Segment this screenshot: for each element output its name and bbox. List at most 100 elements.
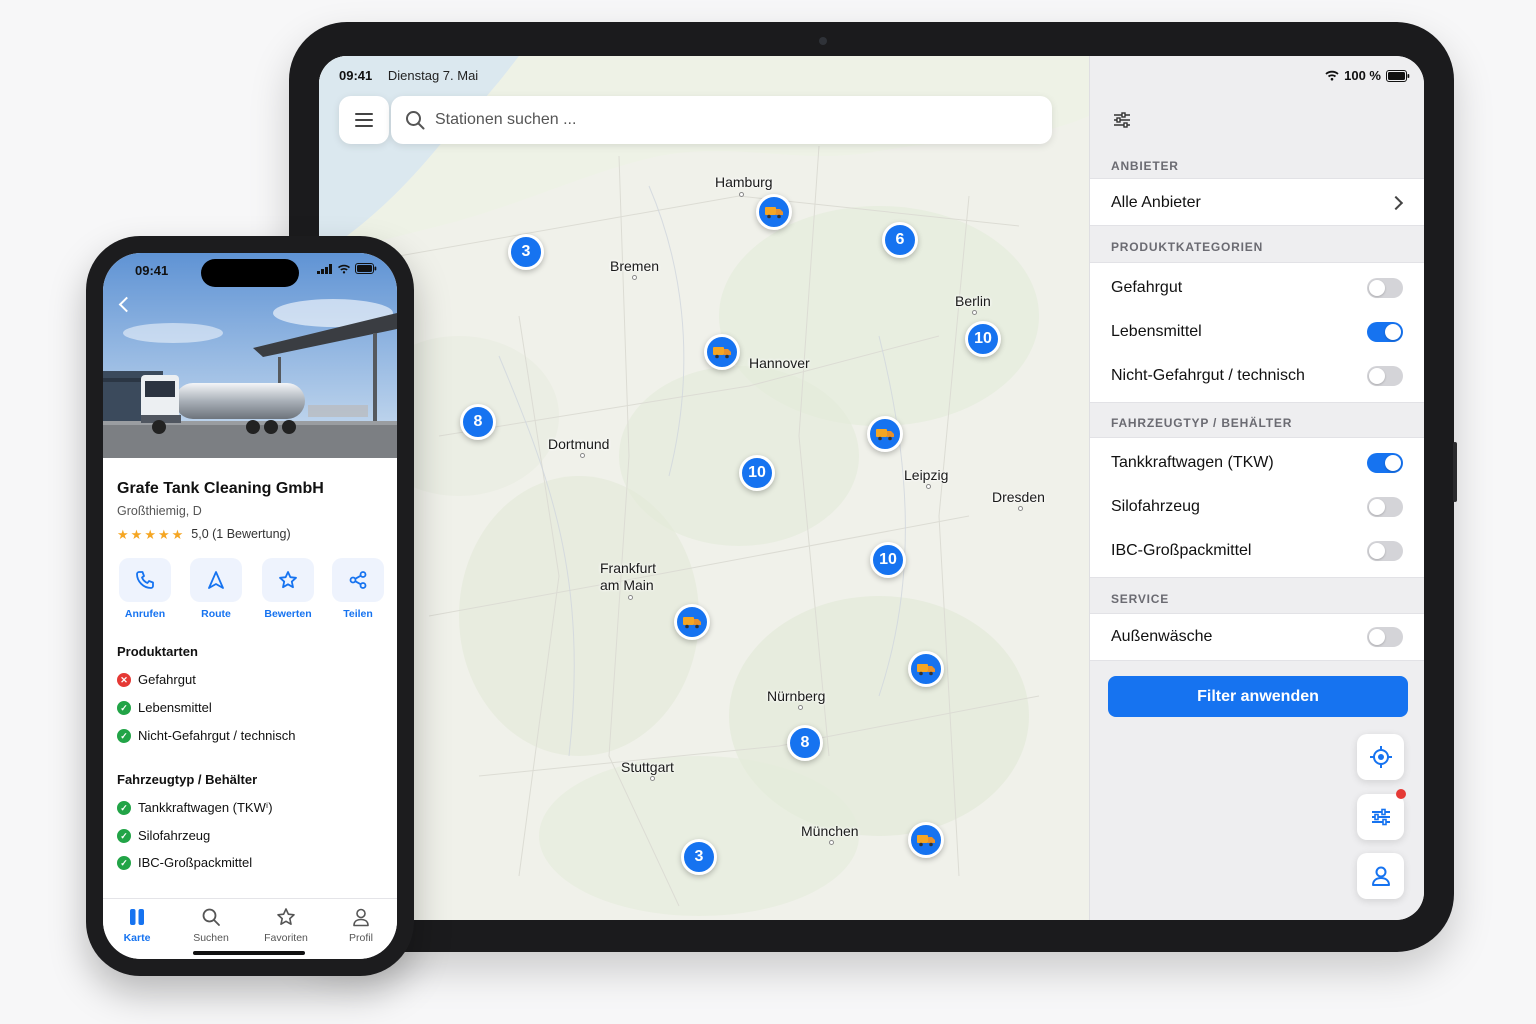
station-marker[interactable] [908, 822, 944, 858]
tab-label: Favoriten [264, 932, 308, 944]
phone-screen: 09:41 Grafe Tank Cleaning GmbH Großthiem… [103, 253, 397, 959]
profile-fab-button[interactable] [1357, 853, 1404, 899]
station-cluster[interactable]: 8 [460, 404, 496, 440]
city-label: Hannover [749, 355, 810, 371]
tab-suchen[interactable]: Suchen [179, 907, 243, 944]
action-label: Teilen [343, 608, 373, 620]
toggle-tkw[interactable] [1367, 453, 1403, 473]
station-marker[interactable] [704, 334, 740, 370]
phone-icon [136, 571, 154, 589]
vehicle-types-title: Fahrzeugtyp / Behälter [117, 772, 258, 787]
phone-status-time: 09:41 [135, 263, 169, 278]
phone-status-icons [317, 263, 377, 274]
action-label: Anrufen [124, 608, 166, 620]
tablet-side-button [1453, 442, 1457, 502]
station-marker[interactable] [908, 651, 944, 687]
check-icon: ✓ [117, 728, 131, 743]
action-box [332, 558, 384, 602]
dynamic-island [201, 259, 299, 287]
product-type-label: Nicht-Gefahrgut / technisch [138, 728, 296, 743]
station-search-input[interactable] [435, 111, 995, 129]
hamburger-icon [355, 113, 373, 127]
toggle-ibc[interactable] [1367, 541, 1403, 561]
star-icon: ★ [171, 526, 184, 542]
tab-favoriten[interactable]: Favoriten [254, 907, 318, 944]
check-icon: ✓ [117, 828, 131, 843]
notification-dot [1396, 789, 1406, 799]
search-icon [202, 908, 220, 926]
map-background [319, 56, 1089, 920]
toggle-nicht-gefahrgut[interactable] [1367, 366, 1403, 386]
wifi-icon [1325, 70, 1339, 81]
wifi-icon [338, 264, 350, 274]
tablet-status-right: 100 % [1325, 68, 1410, 83]
station-cluster[interactable]: 10 [870, 542, 906, 578]
toggle-silofahrzeug[interactable] [1367, 497, 1403, 517]
city-dot [829, 840, 834, 845]
station-photo: 09:41 [103, 253, 397, 458]
tablet-screen: 09:41 Dienstag 7. Mai Stationen suchen .… [319, 56, 1424, 920]
tab-karte[interactable]: Karte [105, 907, 169, 944]
filter-row-label: Außenwäsche [1111, 628, 1213, 645]
filter-icon [1371, 808, 1390, 826]
sliders-icon[interactable] [1112, 111, 1132, 129]
station-marker[interactable] [674, 604, 710, 640]
station-cluster[interactable]: 10 [965, 321, 1001, 357]
search-icon [406, 111, 425, 130]
tab-profil[interactable]: Profil [329, 907, 393, 944]
action-label: Bewerten [264, 608, 312, 620]
product-type-label: Lebensmittel [138, 700, 212, 715]
truck-icon [683, 617, 701, 629]
city-label: Berlin [955, 293, 991, 309]
tablet-status-time: 09:41 [339, 68, 373, 83]
filter-fab-button[interactable] [1357, 789, 1406, 840]
call-button[interactable]: Anrufen [117, 558, 173, 620]
map-icon [130, 909, 144, 925]
rate-button[interactable]: Bewerten [260, 558, 316, 620]
city-dot [628, 595, 633, 600]
station-cluster[interactable]: 8 [787, 725, 823, 761]
station-cluster[interactable]: 3 [508, 234, 544, 270]
profile-icon [353, 908, 369, 927]
map-view[interactable]: 09:41 Dienstag 7. Mai Stationen suchen .… [319, 56, 1089, 920]
tab-bar: Karte Suchen Favoriten Profil [103, 898, 397, 959]
toggle-lebensmittel[interactable] [1367, 322, 1403, 342]
product-type-item: ✕ Gefahrgut [117, 672, 196, 687]
toggle-aussenwaesche[interactable] [1367, 627, 1403, 647]
city-label: Dortmund [548, 436, 610, 452]
truck-icon [876, 429, 894, 441]
route-button[interactable]: Route [188, 558, 244, 620]
city-label: Dresden [992, 489, 1045, 505]
city-label: Stuttgart [621, 759, 674, 775]
product-type-item: ✓ Lebensmittel [117, 700, 212, 715]
filter-row-tkw: Tankkraftwagen (TKW) [1090, 441, 1424, 485]
tablet-device: 09:41 Dienstag 7. Mai Stationen suchen .… [289, 22, 1457, 952]
city-dot [580, 453, 585, 458]
truck-icon [917, 664, 935, 676]
locate-button[interactable] [1357, 734, 1404, 780]
station-marker[interactable] [756, 194, 792, 230]
chevron-right-icon [1388, 195, 1404, 211]
toggle-gefahrgut[interactable] [1367, 278, 1403, 298]
battery-icon [1386, 69, 1410, 82]
filter-row-aussenwaesche: Außenwäsche [1090, 615, 1424, 659]
apply-filter-button[interactable]: Filter anwenden [1108, 676, 1408, 717]
vehicle-type-item: ✓ IBC-Großpackmittel [117, 855, 252, 870]
station-cluster[interactable]: 3 [681, 839, 717, 875]
city-dot [926, 484, 931, 489]
provider-row[interactable]: Alle Anbieter [1090, 181, 1424, 225]
station-cluster[interactable]: 6 [882, 222, 918, 258]
phone-device: 09:41 Grafe Tank Cleaning GmbH Großthiem… [86, 236, 414, 976]
filter-row-gefahrgut: Gefahrgut [1090, 266, 1424, 310]
action-box [119, 558, 171, 602]
share-button[interactable]: Teilen [330, 558, 386, 620]
filter-row-nicht-gefahrgut: Nicht-Gefahrgut / technisch [1090, 354, 1424, 398]
provider-section-title: ANBIETER [1111, 159, 1179, 173]
station-marker[interactable] [867, 416, 903, 452]
station-search-bar[interactable] [391, 96, 1052, 144]
city-label: Nürnberg [767, 688, 826, 704]
filter-row-label: Gefahrgut [1111, 279, 1183, 296]
station-cluster[interactable]: 10 [739, 455, 775, 491]
truck-icon [765, 207, 783, 219]
menu-button[interactable] [339, 96, 389, 144]
